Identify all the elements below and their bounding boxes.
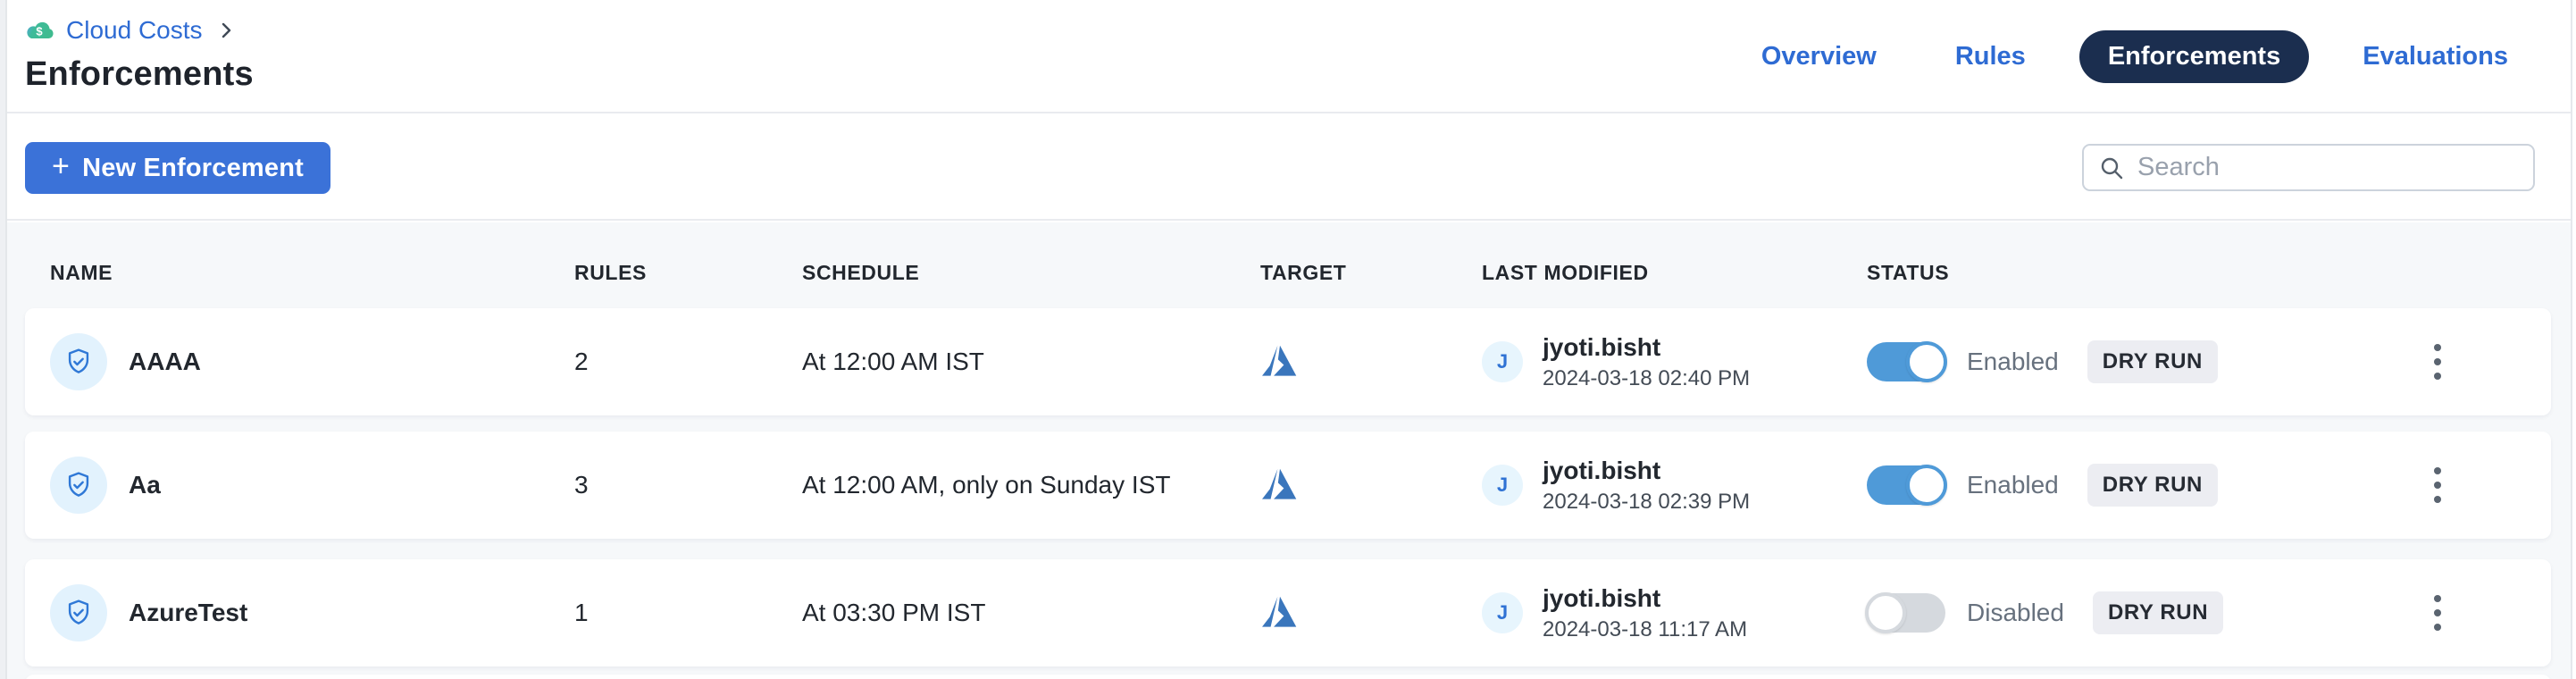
rules-count: 2 [574, 348, 802, 376]
plus-icon: + [52, 151, 70, 181]
svg-text:$: $ [36, 25, 43, 38]
toggle-knob [1906, 341, 1947, 382]
header-tabs: Overview Rules Enforcements Evaluations [1761, 0, 2508, 113]
chevron-right-icon [217, 20, 235, 41]
schedule-text: At 03:30 PM IST [802, 599, 1260, 627]
status-toggle[interactable] [1867, 342, 1945, 381]
status-label: Enabled [1967, 471, 2059, 499]
azure-icon [1260, 344, 1300, 380]
table-row[interactable]: AzureTest 1 At 03:30 PM IST J jyoti.bish… [25, 559, 2551, 666]
enforcement-name: Aa [129, 471, 161, 499]
tab-enforcements[interactable]: Enforcements [2079, 30, 2309, 83]
schedule-text: At 12:00 AM IST [802, 348, 1260, 376]
search-input[interactable] [2137, 153, 2519, 182]
toggle-knob [1865, 592, 1906, 633]
enforcements-table: NAME RULES SCHEDULE TARGET LAST MODIFIED… [0, 222, 2576, 679]
tab-overview[interactable]: Overview [1761, 42, 1877, 71]
toolbar: + New Enforcement [0, 115, 2576, 221]
column-header-rules: RULES [574, 261, 802, 285]
new-enforcement-button[interactable]: + New Enforcement [25, 142, 330, 194]
column-header-target: TARGET [1260, 261, 1482, 285]
shield-check-icon [50, 333, 107, 390]
status-toggle[interactable] [1867, 593, 1945, 633]
column-header-name: NAME [50, 261, 574, 285]
avatar: J [1482, 592, 1523, 633]
kebab-menu-icon[interactable] [2418, 584, 2457, 641]
modified-at: 2024-03-18 02:40 PM [1543, 366, 1750, 391]
column-header-status: STATUS [1867, 261, 2416, 285]
toggle-knob [1906, 465, 1947, 506]
kebab-menu-icon[interactable] [2418, 333, 2457, 390]
shield-check-icon [50, 584, 107, 641]
new-enforcement-button-label: New Enforcement [82, 154, 304, 183]
dry-run-badge: DRY RUN [2087, 464, 2218, 507]
column-header-last-modified: LAST MODIFIED [1482, 261, 1867, 285]
status-label: Enabled [1967, 348, 2059, 376]
avatar: J [1482, 465, 1523, 506]
dry-run-badge: DRY RUN [2093, 591, 2223, 634]
search-box[interactable] [2082, 144, 2535, 191]
modified-by: jyoti.bisht [1543, 457, 1750, 485]
azure-icon [1260, 467, 1300, 503]
search-icon [2098, 155, 2125, 181]
status-toggle[interactable] [1867, 465, 1945, 505]
breadcrumb-cloud-costs-link[interactable]: Cloud Costs [66, 16, 203, 45]
table-row-partial[interactable] [25, 675, 2551, 679]
modified-at: 2024-03-18 02:39 PM [1543, 490, 1750, 515]
window-right-edge [2571, 0, 2576, 679]
table-row[interactable]: AAAA 2 At 12:00 AM IST J jyoti.bisht 202… [25, 308, 2551, 415]
window-left-edge [0, 0, 7, 679]
page-header: $ Cloud Costs Enforcements Overview Rule… [0, 0, 2576, 113]
modified-by: jyoti.bisht [1543, 584, 1747, 613]
azure-icon [1260, 595, 1300, 631]
tab-rules[interactable]: Rules [1955, 42, 2026, 71]
cloud-dollar-icon: $ [25, 19, 55, 42]
status-label: Disabled [1967, 599, 2064, 627]
modified-by: jyoti.bisht [1543, 333, 1750, 362]
kebab-menu-icon[interactable] [2418, 457, 2457, 514]
modified-at: 2024-03-18 11:17 AM [1543, 617, 1747, 642]
schedule-text: At 12:00 AM, only on Sunday IST [802, 471, 1260, 499]
column-header-schedule: SCHEDULE [802, 261, 1260, 285]
enforcement-name: AAAA [129, 348, 201, 376]
rules-count: 3 [574, 471, 802, 499]
dry-run-badge: DRY RUN [2087, 340, 2218, 383]
tab-evaluations[interactable]: Evaluations [2363, 42, 2508, 71]
shield-check-icon [50, 457, 107, 514]
rules-count: 1 [574, 599, 802, 627]
table-row[interactable]: Aa 3 At 12:00 AM, only on Sunday IST J j… [25, 432, 2551, 539]
enforcement-name: AzureTest [129, 599, 247, 627]
avatar: J [1482, 341, 1523, 382]
table-header-row: NAME RULES SCHEDULE TARGET LAST MODIFIED… [25, 222, 2551, 285]
enforcements-page: $ Cloud Costs Enforcements Overview Rule… [0, 0, 2576, 679]
